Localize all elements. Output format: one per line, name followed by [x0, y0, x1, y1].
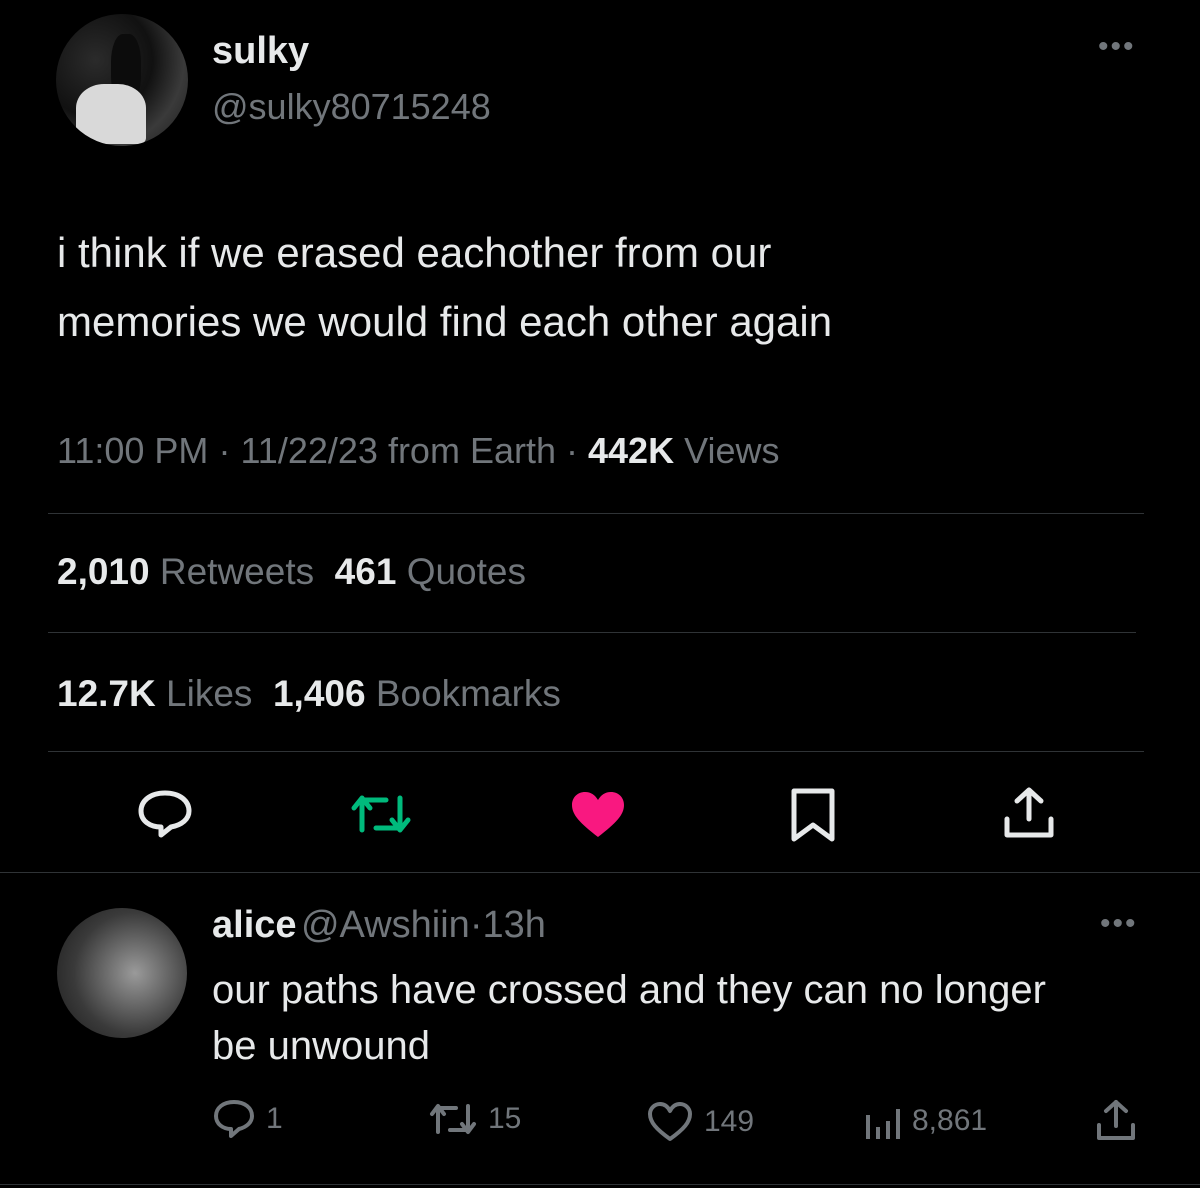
reply-reply-button[interactable]: 1: [212, 1099, 283, 1139]
reply-display-name[interactable]: alice: [212, 904, 297, 946]
reply-retweet-button[interactable]: 15: [428, 1100, 521, 1138]
reply-header: alice @Awshiin·13h: [212, 904, 546, 946]
reply-time[interactable]: 13h: [482, 904, 545, 946]
likes-stat[interactable]: 12.7K Likes: [57, 673, 252, 714]
views-count: 442K: [588, 430, 675, 471]
reply-author-avatar[interactable]: [57, 908, 187, 1038]
share-icon: [1004, 787, 1054, 838]
reply-share-button[interactable]: [1094, 1098, 1138, 1142]
heart-icon: [648, 1102, 692, 1141]
author-handle[interactable]: @sulky80715248: [212, 86, 491, 128]
bookmark-button[interactable]: [790, 787, 836, 843]
share-icon: [1097, 1100, 1135, 1140]
tweet-time[interactable]: 11:00 PM: [57, 430, 208, 471]
bookmark-icon: [791, 788, 835, 842]
engagement-row-2: 12.7K Likes 1,406 Bookmarks: [57, 673, 561, 715]
reply-views-count: 8,861: [912, 1104, 988, 1137]
divider: [48, 632, 1136, 633]
speech-bubble-icon: [214, 1100, 254, 1138]
retweets-stat[interactable]: 2,010 Retweets: [57, 551, 314, 592]
divider: [0, 1184, 1200, 1185]
retweet-icon: [430, 1104, 476, 1134]
author-avatar[interactable]: [56, 14, 188, 146]
divider: [0, 872, 1200, 873]
bookmarks-stat[interactable]: 1,406 Bookmarks: [273, 673, 561, 714]
like-button[interactable]: [570, 791, 626, 839]
tweet-text-line-1: i think if we erased eachother from our: [57, 229, 772, 276]
heart-filled-icon: [572, 792, 624, 837]
views-label: Views: [684, 430, 780, 471]
author-display-name[interactable]: sulky: [212, 30, 309, 73]
share-button[interactable]: [1001, 785, 1057, 841]
divider: [48, 513, 1144, 514]
tweet-date[interactable]: 11/22/23: [240, 430, 377, 471]
reply-text-line-1: our paths have crossed and they can no l…: [212, 968, 1046, 1012]
reply-reply-count: 1: [266, 1102, 283, 1135]
retweet-button[interactable]: [350, 790, 412, 838]
reply-text-line-2: be unwound: [212, 1024, 430, 1068]
tweet-meta: 11:00 PM · 11/22/23 from Earth · 442K Vi…: [57, 430, 780, 471]
analytics-icon: [866, 1109, 900, 1139]
reply-like-button[interactable]: 149: [646, 1101, 754, 1143]
engagement-row-1: 2,010 Retweets 461 Quotes: [57, 551, 526, 593]
tweet-source: from Earth: [387, 430, 556, 471]
reply-button[interactable]: [136, 789, 194, 839]
quotes-stat[interactable]: 461 Quotes: [335, 551, 526, 592]
ellipsis-icon[interactable]: •••: [1098, 30, 1136, 64]
retweet-icon: [351, 795, 411, 833]
reply-retweet-count: 15: [488, 1102, 522, 1135]
speech-bubble-icon: [138, 790, 192, 838]
reply-views-button[interactable]: 8,861: [862, 1101, 987, 1141]
reply-like-count: 149: [704, 1105, 755, 1138]
reply-handle[interactable]: @Awshiin: [301, 904, 470, 946]
ellipsis-icon[interactable]: •••: [1100, 907, 1138, 941]
divider: [48, 751, 1144, 752]
tweet-text-line-2: memories we would find each other again: [57, 298, 833, 345]
